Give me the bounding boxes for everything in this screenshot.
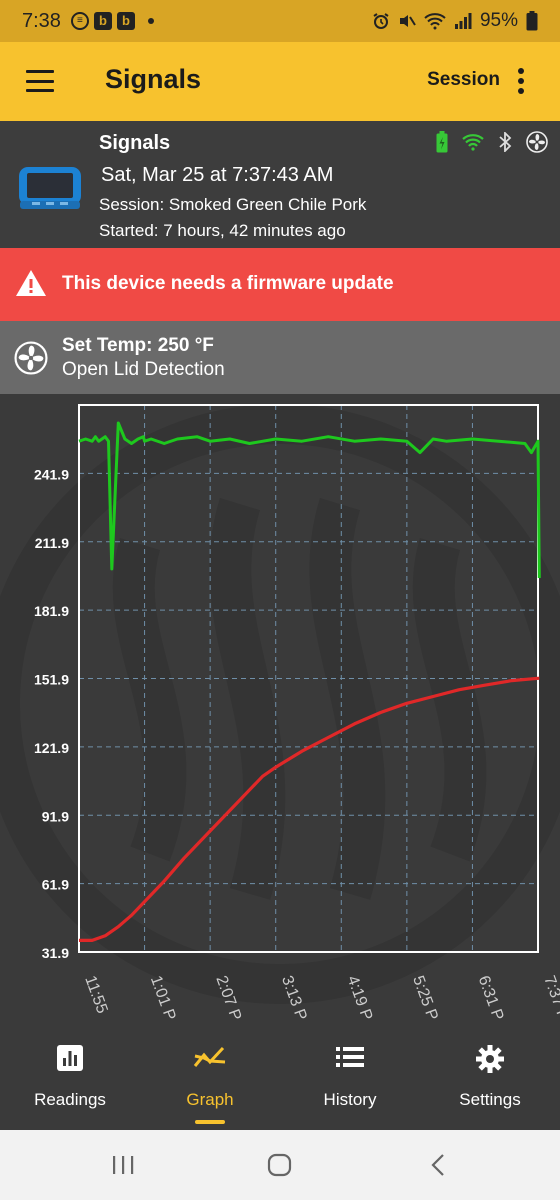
nav-history-label: History xyxy=(323,1090,377,1109)
fan-icon xyxy=(14,341,48,375)
y-tick-label: 181.9 xyxy=(34,603,69,619)
notification-b-icon: b xyxy=(93,12,112,30)
app-bar: Signals Session xyxy=(0,42,560,121)
device-date: Sat, Mar 25 at 7:37:43 AM xyxy=(101,164,334,186)
status-time: 7:38 xyxy=(22,9,61,32)
status-bar: 7:38 ≡ b b 95% xyxy=(0,0,560,42)
device-status-icons xyxy=(436,131,548,153)
more-vert-icon[interactable] xyxy=(518,68,524,94)
device-name: Signals xyxy=(99,132,171,154)
mute-icon xyxy=(399,15,416,27)
notification-b-icon: b xyxy=(116,12,135,30)
back-icon[interactable] xyxy=(426,1152,452,1178)
firmware-update-banner[interactable]: This device needs a firmware update xyxy=(0,248,560,321)
status-right-icons: 95% xyxy=(372,10,538,32)
system-nav-bar xyxy=(0,1130,560,1200)
session-button[interactable]: Session xyxy=(427,69,500,91)
watermark-logo xyxy=(0,404,560,1004)
device-info-panel[interactable]: Signals Sat, Mar 25 at 7:37:43 AM Sessio… xyxy=(0,121,560,248)
nav-readings-label: Readings xyxy=(34,1090,106,1109)
bluetooth-icon xyxy=(499,132,512,152)
alarm-icon xyxy=(373,13,389,29)
y-tick-label: 91.9 xyxy=(42,808,69,824)
nav-history[interactable]: History xyxy=(280,1036,420,1130)
x-tick-label: 5:25 P xyxy=(409,974,441,1023)
list-icon xyxy=(336,1047,364,1067)
warning-icon xyxy=(16,270,46,296)
battery-charging-icon xyxy=(436,131,448,153)
graph-icon xyxy=(193,1046,226,1067)
wifi-icon xyxy=(424,13,446,30)
x-tick-label: 6:31 P xyxy=(475,974,507,1023)
set-temp-panel[interactable]: Set Temp: 250 °F Open Lid Detection xyxy=(0,321,560,394)
nav-graph[interactable]: Graph xyxy=(140,1036,280,1130)
nav-readings[interactable]: Readings xyxy=(0,1036,140,1130)
nav-settings-label: Settings xyxy=(459,1090,521,1109)
y-tick-label: 31.9 xyxy=(42,945,69,961)
x-tick-label: 7:37 P xyxy=(540,974,560,1023)
bar-chart-icon xyxy=(57,1045,83,1071)
y-tick-label: 151.9 xyxy=(34,672,69,688)
session-started: Started: 7 hours, 42 minutes ago xyxy=(99,221,346,240)
more-notifications-dot-icon xyxy=(147,18,154,24)
battery-icon xyxy=(526,11,538,31)
y-tick-label: 121.9 xyxy=(34,740,69,756)
temperature-chart[interactable]: 241.9 211.9 181.9 151.9 121.9 91.9 61.9 31.9 11… xyxy=(0,394,560,1036)
open-lid-detection-label: Open Lid Detection xyxy=(62,359,225,380)
hamburger-icon[interactable] xyxy=(26,70,54,92)
active-tab-indicator xyxy=(195,1120,225,1124)
alert-text: This device needs a firmware update xyxy=(62,273,394,294)
battery-percent: 95% xyxy=(479,10,518,31)
x-tick-label: 11:55 xyxy=(81,974,110,1016)
y-tick-label: 61.9 xyxy=(42,877,69,893)
page-title: Signals xyxy=(105,64,202,94)
temperature-graph[interactable]: 241.9 211.9 181.9 151.9 121.9 91.9 61.9 31.9 11… xyxy=(0,394,560,1036)
fan-icon xyxy=(526,131,548,153)
thermoworks-notification-icon: ≡ xyxy=(70,12,89,30)
bottom-nav: Readings Graph History Settings xyxy=(0,1036,560,1130)
nav-settings[interactable]: Settings xyxy=(420,1036,560,1130)
wifi-icon xyxy=(462,134,484,151)
home-icon[interactable] xyxy=(267,1152,293,1178)
y-tick-label: 211.9 xyxy=(35,535,69,551)
gear-icon xyxy=(476,1045,504,1073)
recent-apps-icon[interactable] xyxy=(110,1152,136,1178)
nav-graph-label: Graph xyxy=(186,1090,234,1109)
signals-device-icon xyxy=(19,167,81,209)
y-axis-ticks: 241.9 211.9 181.9 151.9 121.9 91.9 61.9 31.9 xyxy=(34,466,69,961)
y-tick-label: 241.9 xyxy=(34,466,69,482)
session-name: Session: Smoked Green Chile Pork xyxy=(99,195,367,214)
set-temp-label: Set Temp: 250 °F xyxy=(62,335,214,356)
signal-icon xyxy=(454,13,472,29)
